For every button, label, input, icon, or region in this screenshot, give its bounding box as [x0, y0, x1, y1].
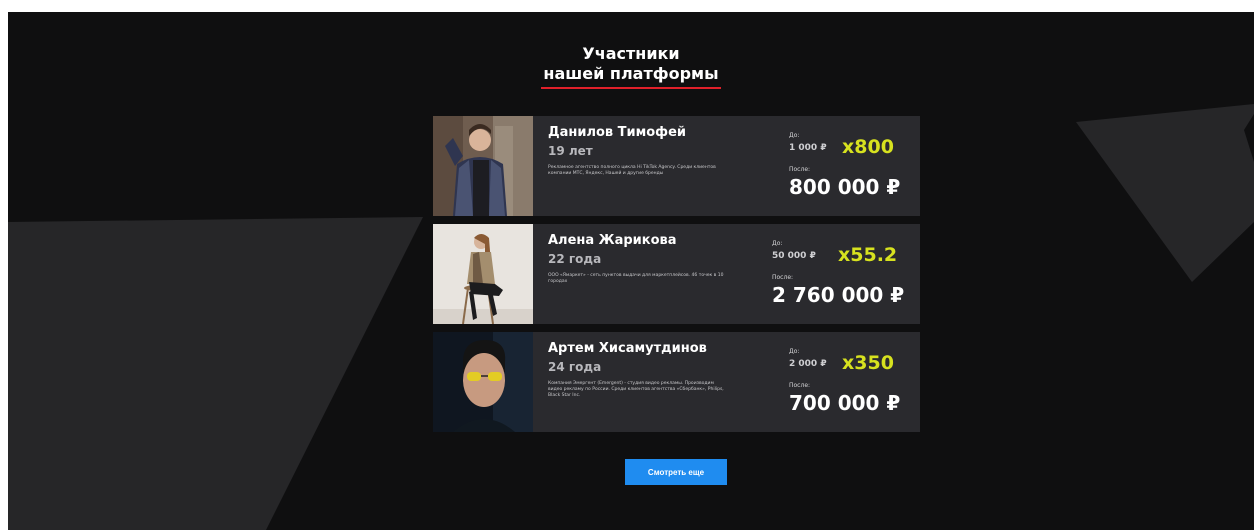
after-label: После: [789, 382, 811, 389]
participant-age: 19 лет [548, 144, 593, 158]
before-label: До: [789, 132, 800, 139]
participant-photo [433, 116, 533, 216]
growth-multiplier: x800 [842, 136, 894, 158]
after-value: 700 000 ₽ [789, 391, 901, 415]
growth-multiplier: x350 [842, 352, 894, 374]
participant-description: Компания Эмергент (Emergent) - студия ви… [548, 381, 724, 398]
section-title: Участники нашей платформы [8, 44, 1254, 89]
participant-name: Алена Жарикова [548, 233, 677, 248]
participant-age: 22 года [548, 252, 602, 266]
show-more-button[interactable]: Смотреть еще [625, 459, 727, 485]
before-value: 1 000 ₽ [789, 143, 827, 153]
participant-name: Артем Хисамутдинов [548, 341, 707, 356]
title-line-1: Участники [582, 44, 680, 63]
participant-photo [433, 332, 533, 432]
title-line-2: нашей платформы [541, 64, 721, 89]
after-value: 2 760 000 ₽ [772, 283, 905, 307]
participants-section: Участники нашей платформы Данилов Тимофе… [8, 12, 1254, 530]
before-value: 50 000 ₽ [772, 251, 816, 261]
participant-description: ООО «Ямаркет» - сеть пунктов выдачи для … [548, 273, 724, 284]
before-label: До: [772, 240, 783, 247]
participant-info: Артем Хисамутдинов 24 года Компания Эмер… [548, 341, 748, 399]
participant-card: Алена Жарикова 22 года ООО «Ямаркет» - с… [433, 224, 920, 324]
participant-description: Рекламное агентство полного цикла Hi Tik… [548, 165, 716, 176]
after-value: 800 000 ₽ [789, 175, 901, 199]
participant-card: Данилов Тимофей 19 лет Рекламное агентст… [433, 116, 920, 216]
before-value: 2 000 ₽ [789, 359, 827, 369]
participant-age: 24 года [548, 360, 602, 374]
title-underline [541, 87, 721, 89]
after-label: После: [772, 274, 794, 281]
after-label: После: [789, 166, 811, 173]
participant-info: Алена Жарикова 22 года ООО «Ямаркет» - с… [548, 233, 748, 285]
participant-photo [433, 224, 533, 324]
before-label: До: [789, 348, 800, 355]
growth-multiplier: x55.2 [838, 244, 898, 266]
participant-name: Данилов Тимофей [548, 125, 687, 140]
participant-info: Данилов Тимофей 19 лет Рекламное агентст… [548, 125, 748, 177]
participant-card: Артем Хисамутдинов 24 года Компания Эмер… [433, 332, 920, 432]
